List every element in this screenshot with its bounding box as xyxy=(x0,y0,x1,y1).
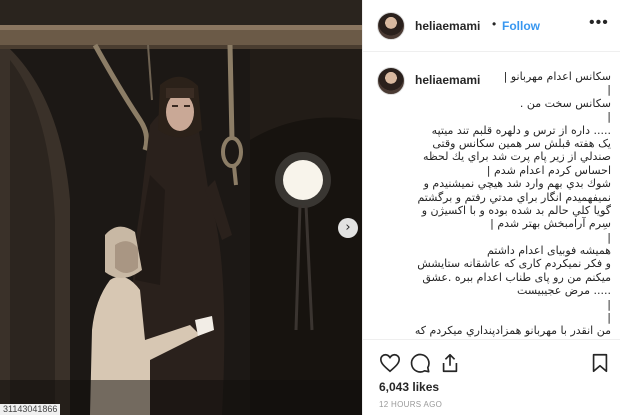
more-options-icon[interactable]: ••• xyxy=(589,14,609,32)
caption-line: احساس کردم اعدام شدم | xyxy=(486,163,611,177)
caption-line: | xyxy=(607,83,611,97)
caption-line: میکنم من رو پای طناب اعدام ببره .عشق xyxy=(422,270,611,284)
caption-avatar[interactable] xyxy=(377,67,405,95)
carousel-next-button[interactable]: › xyxy=(338,218,358,238)
likes-count[interactable]: 6,043 likes xyxy=(379,380,439,394)
post-photo[interactable]: › 31143041866 xyxy=(0,0,362,415)
caption-text: سکانس اعدام مهربانو | | سکانس سخت من . |...… xyxy=(415,70,611,338)
post-timestamp[interactable]: 12 HOURS AGO xyxy=(379,400,442,409)
post-actions: 6,043 likes 12 HOURS AGO xyxy=(363,339,620,415)
header-username-link[interactable]: heliaemami xyxy=(415,19,480,33)
post-side-panel: heliaemami • Follow ••• heliaemami سکانس… xyxy=(362,0,620,415)
caption-line: گويا كلي حالم بد شده بوده و با اكسيژن و xyxy=(421,203,611,217)
caption-area: heliaemami سکانس اعدام مهربانو | | سکانس س… xyxy=(363,53,620,338)
media-id-label: 31143041866 xyxy=(0,404,61,415)
caption-line: من انقدر با مهربانو همزادپنداري ميكردم ك… xyxy=(414,324,611,338)
caption-line: یک هفته قبلش سر همین سکانس وقتی xyxy=(432,136,611,150)
caption-line: سکانس سخت من . xyxy=(519,96,611,110)
caption-line: سِرم آرامبخش بهتر شدم | xyxy=(490,217,611,231)
caption-line: | xyxy=(607,230,611,244)
follow-button[interactable]: Follow xyxy=(502,19,540,33)
caption-line: | xyxy=(607,311,611,325)
header-separator: • xyxy=(492,17,497,31)
caption-line: شوك بدي بهم وارد شد هيچي نميشنيدم و xyxy=(423,177,611,191)
caption-line: نميفهميدم انگار براي مدتي رفتم و برگشتم xyxy=(417,190,611,204)
comment-icon[interactable] xyxy=(409,352,431,374)
post-header: heliaemami • Follow ••• xyxy=(363,0,620,52)
caption-line: سکانس اعدام مهربانو | xyxy=(503,70,611,83)
instagram-post: › 31143041866 heliaemami • Follow ••• he… xyxy=(0,0,620,415)
caption-line: همیشه فوبیای اعدام داشتم xyxy=(486,244,611,258)
caption-line: | xyxy=(607,110,611,124)
photo-scene xyxy=(0,0,362,415)
avatar[interactable] xyxy=(377,12,405,40)
caption-line: صندلي از زير پام پرت شد براي يك لحظه xyxy=(423,150,611,164)
caption-line: | xyxy=(607,297,611,311)
caption-line: ..... داره از ترس و دلهره قلبم تند میتپه xyxy=(431,123,611,137)
heart-icon[interactable] xyxy=(379,352,401,374)
bookmark-icon[interactable] xyxy=(589,352,611,374)
caption-line: و فکر نمیکردم کاری که عاشقانه ستایشش xyxy=(417,257,611,271)
share-icon[interactable] xyxy=(439,352,461,374)
caption-line: ..... مرض عجیبیست xyxy=(517,284,611,298)
